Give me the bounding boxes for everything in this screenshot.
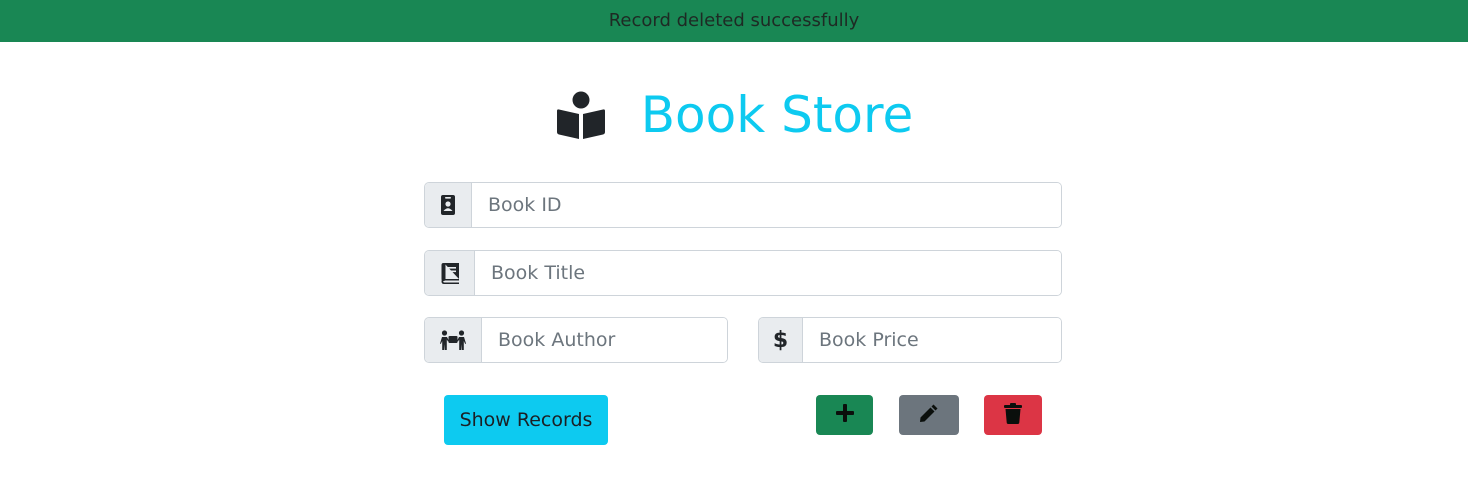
book-price-input[interactable] [803,318,1061,362]
trash-icon [1004,402,1022,428]
book-author-group [424,317,728,363]
book-icon [425,251,475,295]
book-id-input[interactable] [472,183,1061,227]
plus-icon [835,404,854,426]
dollar-sign-icon: $ [759,318,803,362]
book-author-input[interactable] [482,318,727,362]
people-carry-icon [425,318,482,362]
delete-button[interactable] [984,395,1042,435]
book-reader-icon [555,89,607,141]
add-button[interactable] [816,395,873,435]
edit-button[interactable] [899,395,959,435]
show-records-button[interactable]: Show Records [444,395,608,445]
book-price-group: $ [758,317,1062,363]
id-badge-icon [425,183,472,227]
page-title: Book Store [640,86,914,144]
book-title-input[interactable] [475,251,1061,295]
book-id-group [424,182,1062,228]
success-alert: Record deleted successfully [0,0,1468,42]
page-header: Book Store [0,84,1468,146]
book-title-group [424,250,1062,296]
alert-message: Record deleted successfully [608,10,860,31]
pencil-icon [919,403,939,427]
